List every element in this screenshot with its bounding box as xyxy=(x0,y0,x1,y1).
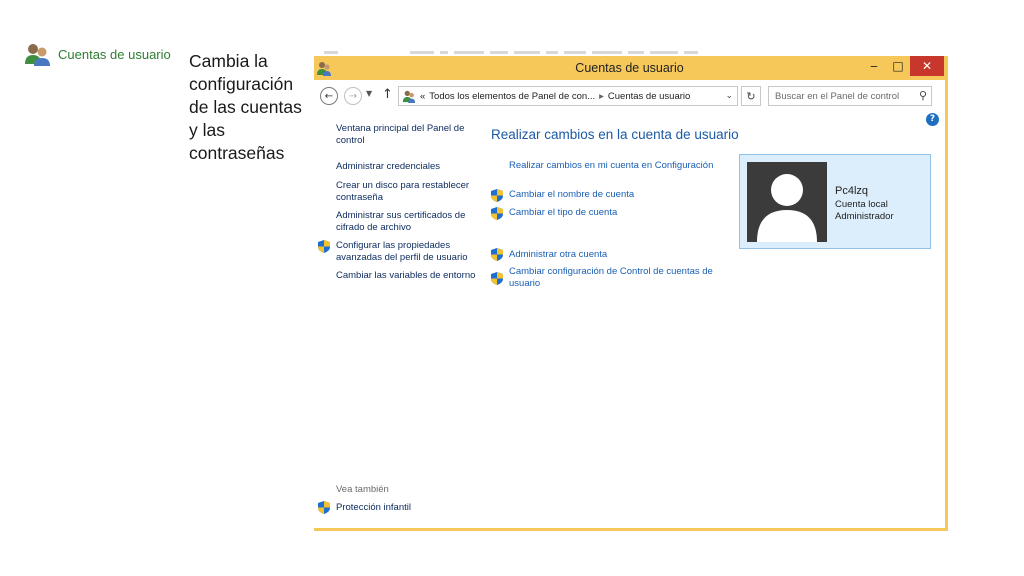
title-bar[interactable]: Cuentas de usuario ‒ □ ✕ xyxy=(314,56,945,80)
close-button[interactable]: ✕ xyxy=(910,56,944,76)
forward-button[interactable]: → xyxy=(344,87,362,105)
page-title: Realizar cambios en la cuenta de usuario xyxy=(491,127,739,142)
sidebar-item-manage-credentials[interactable]: Administrar credenciales xyxy=(336,161,476,173)
arrow-right-icon: → xyxy=(348,90,358,102)
user-accounts-window: Cuentas de usuario ‒ □ ✕ ← → ▼ ↑ « Todos… xyxy=(314,56,948,531)
window-client: Cuentas de usuario ‒ □ ✕ ← → ▼ ↑ « Todos… xyxy=(314,56,945,528)
account-type: Cuenta local xyxy=(835,199,888,210)
link-change-account-type[interactable]: Cambiar el tipo de cuenta xyxy=(509,207,724,219)
account-role: Administrador xyxy=(835,211,894,222)
arrow-up-icon: ↑ xyxy=(382,87,393,102)
uac-shield-icon xyxy=(491,272,503,285)
help-icon[interactable]: ? xyxy=(926,113,939,126)
maximize-button[interactable]: □ xyxy=(886,56,910,76)
see-also-label: Vea también xyxy=(336,484,389,495)
users-icon xyxy=(402,90,416,103)
sidebar-item-file-certificates[interactable]: Administrar sus certificados de cifrado … xyxy=(336,210,476,234)
uac-shield-icon xyxy=(318,501,330,514)
user-silhouette-icon xyxy=(757,174,817,242)
recent-locations-button[interactable]: ▼ xyxy=(366,89,372,98)
search-icon: ⚲ xyxy=(918,90,927,102)
minimize-button[interactable]: ‒ xyxy=(862,56,886,76)
slide-caption: Cambia la configuración de las cuentas y… xyxy=(189,51,302,163)
chevron-down-icon: ▼ xyxy=(366,89,373,98)
link-manage-another-account[interactable]: Administrar otra cuenta xyxy=(509,249,724,261)
uac-shield-icon xyxy=(491,189,503,202)
sidebar-item-environment-variables[interactable]: Cambiar las variables de entorno xyxy=(336,270,476,282)
link-uac-settings[interactable]: Cambiar configuración de Control de cuen… xyxy=(509,266,724,290)
up-button[interactable]: ↑ xyxy=(382,87,393,102)
avatar xyxy=(747,162,827,242)
account-name: Pc4lzq xyxy=(835,185,869,197)
breadcrumb-separator-icon[interactable]: ▸ xyxy=(599,91,604,102)
breadcrumb-overflow[interactable]: « xyxy=(420,91,425,102)
refresh-icon: ↻ xyxy=(746,89,756,103)
breadcrumb-item[interactable]: Cuentas de usuario xyxy=(608,91,690,102)
sidebar-item-control-panel-home[interactable]: Ventana principal del Panel de control xyxy=(336,123,476,147)
navigation-bar: ← → ▼ ↑ « Todos los elementos de Panel d… xyxy=(314,83,945,109)
refresh-button[interactable]: ↻ xyxy=(741,86,761,106)
search-input[interactable]: Buscar en el Panel de control ⚲ xyxy=(768,86,932,106)
sidebar-item-advanced-profile[interactable]: Configurar las propiedades avanzadas del… xyxy=(336,240,476,264)
account-card: Pc4lzq Cuenta local Administrador xyxy=(739,154,931,249)
search-placeholder: Buscar en el Panel de control xyxy=(775,91,900,102)
see-also-parental-controls[interactable]: Protección infantil xyxy=(336,502,476,514)
uac-shield-icon xyxy=(318,240,330,253)
arrow-left-icon: ← xyxy=(324,90,334,102)
breadcrumb-item[interactable]: Todos los elementos de Panel de con... xyxy=(429,91,595,102)
link-change-account-name[interactable]: Cambiar el nombre de cuenta xyxy=(509,189,724,201)
link-change-in-settings[interactable]: Realizar cambios en mi cuenta en Configu… xyxy=(509,160,724,172)
users-icon xyxy=(25,44,50,66)
sidebar-item-reset-disk[interactable]: Crear un disco para restablecer contrase… xyxy=(336,180,476,204)
uac-shield-icon xyxy=(491,207,503,220)
address-bar[interactable]: « Todos los elementos de Panel de con...… xyxy=(398,86,738,106)
slide-heading: Cuentas de usuario xyxy=(24,42,171,66)
back-button[interactable]: ← xyxy=(320,87,338,105)
uac-shield-icon xyxy=(491,248,503,261)
slide-heading-label: Cuentas de usuario xyxy=(58,46,171,62)
chevron-down-icon[interactable]: ⌄ xyxy=(725,90,733,101)
window-title: Cuentas de usuario xyxy=(575,61,684,75)
